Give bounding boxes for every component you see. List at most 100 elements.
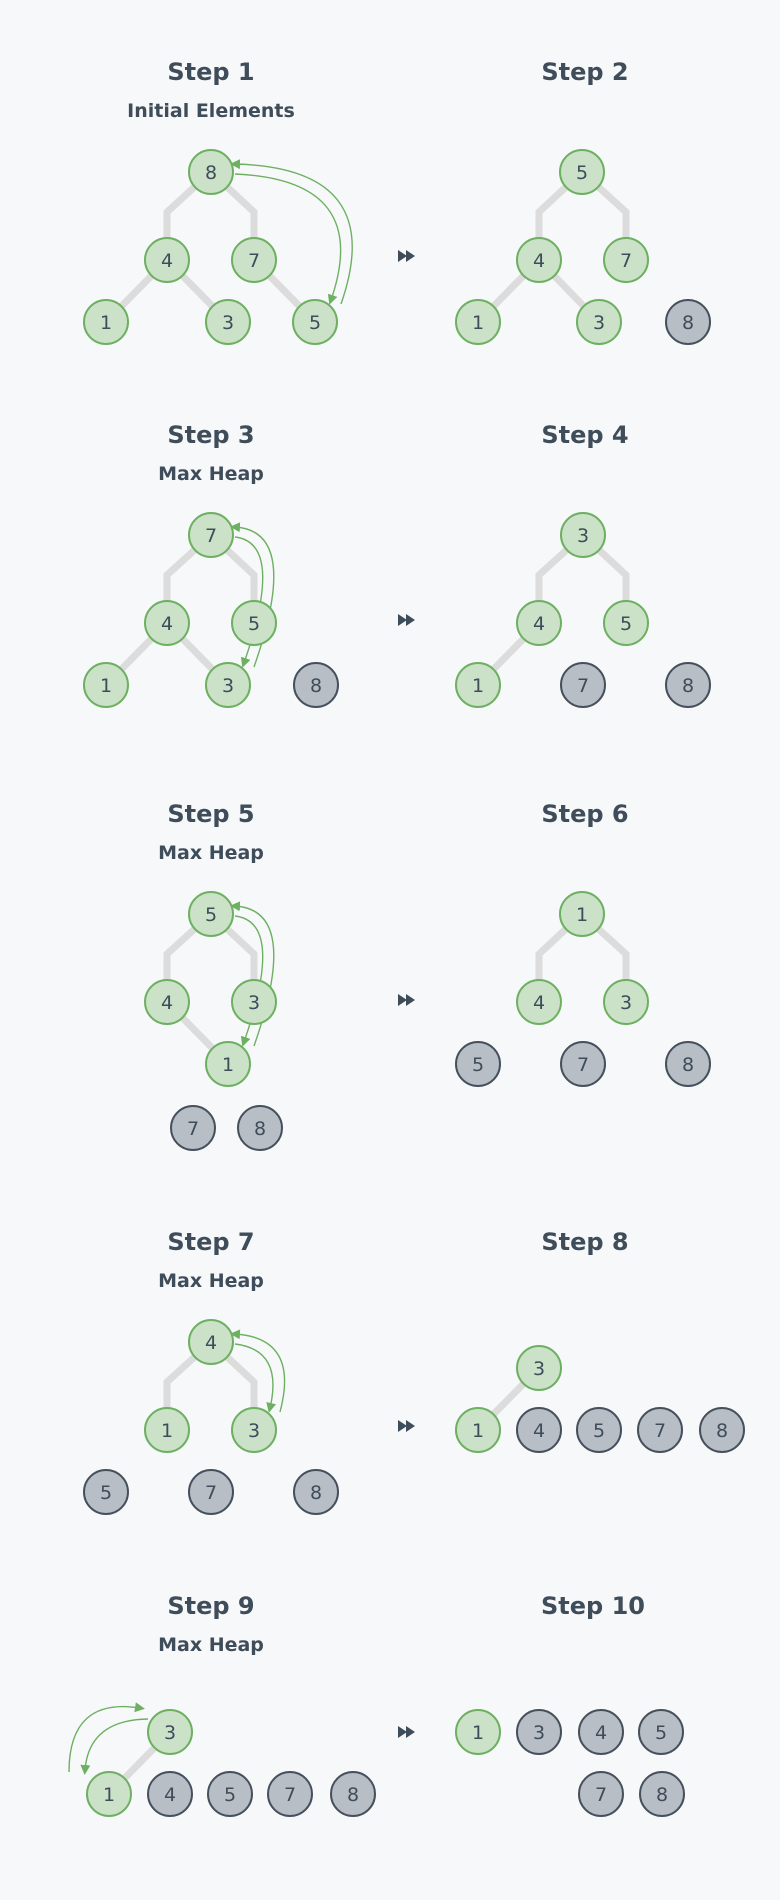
node-value: 4: [533, 1420, 545, 1442]
heap-node: 5: [292, 299, 338, 345]
heap-node: 3: [231, 979, 277, 1025]
node-value: 4: [595, 1722, 607, 1744]
heap-node: 5: [603, 600, 649, 646]
sorted-node: 7: [578, 1771, 624, 1817]
node-value: 5: [100, 1482, 112, 1504]
heap-node: 1: [144, 1407, 190, 1453]
node-value: 1: [100, 675, 112, 697]
heap-node: 4: [144, 237, 190, 283]
step-5: Step 5 Max Heap: [158, 800, 264, 864]
node-value: 3: [577, 525, 589, 547]
node-value: 7: [577, 675, 589, 697]
node-value: 4: [205, 1332, 217, 1354]
node-value: 8: [656, 1784, 668, 1806]
node-value: 8: [682, 675, 694, 697]
node-value: 8: [254, 1118, 266, 1140]
node-value: 8: [347, 1784, 359, 1806]
sorted-node: 4: [516, 1407, 562, 1453]
node-value: 5: [248, 613, 260, 635]
sorted-node: 8: [237, 1105, 283, 1151]
heap-node: 3: [147, 1709, 193, 1755]
sorted-node: 7: [637, 1407, 683, 1453]
node-value: 1: [472, 312, 484, 334]
step-10: Step 10: [541, 1592, 645, 1620]
step-title: Step 6: [541, 800, 628, 828]
heap-node: 7: [188, 512, 234, 558]
heap-node: 7: [231, 237, 277, 283]
node-value: 8: [310, 675, 322, 697]
step-title: Step 10: [541, 1592, 645, 1620]
node-value: 5: [576, 162, 588, 184]
heap-node: 5: [559, 149, 605, 195]
sorted-node: 8: [639, 1771, 685, 1817]
sorted-node: 8: [330, 1771, 376, 1817]
node-value: 3: [533, 1722, 545, 1744]
node-value: 8: [716, 1420, 728, 1442]
node-value: 4: [533, 992, 545, 1014]
sorted-node: 8: [293, 662, 339, 708]
node-value: 5: [309, 312, 321, 334]
sorted-node: 7: [560, 662, 606, 708]
node-value: 5: [593, 1420, 605, 1442]
sorted-node: 5: [83, 1469, 129, 1515]
node-value: 4: [161, 250, 173, 272]
sorted-node: 8: [293, 1469, 339, 1515]
node-value: 7: [248, 250, 260, 272]
sorted-node: 7: [170, 1105, 216, 1151]
node-value: 1: [100, 312, 112, 334]
heap-node: 4: [516, 979, 562, 1025]
heap-node: 4: [144, 979, 190, 1025]
heap-sort-diagram: 84 71 3 554 71 3 874 51 3 834 51 7 854 317 814 35 7 841 35…: [68, 58, 745, 1817]
sorted-node: 7: [267, 1771, 313, 1817]
node-value: 1: [222, 1054, 234, 1076]
node-value: 5: [620, 613, 632, 635]
heap-node: 3: [231, 1407, 277, 1453]
heap-node: 1: [455, 1709, 501, 1755]
node-value: 5: [224, 1784, 236, 1806]
node-value: 8: [682, 1054, 694, 1076]
step-subtitle: Max Heap: [158, 463, 264, 485]
heap-node: 4: [516, 600, 562, 646]
node-value: 1: [472, 1420, 484, 1442]
step-title: Step 9: [167, 1592, 254, 1620]
node-value: 7: [205, 1482, 217, 1504]
node-value: 4: [161, 992, 173, 1014]
node-value: 3: [164, 1722, 176, 1744]
node-value: 7: [187, 1118, 199, 1140]
node-value: 4: [161, 613, 173, 635]
heap-node: 4: [144, 600, 190, 646]
step-4: Step 4: [541, 421, 628, 449]
fast-forward-icon: [398, 614, 415, 626]
node-value: 3: [620, 992, 632, 1014]
node-value: 8: [205, 162, 217, 184]
node-value: 4: [533, 613, 545, 635]
node-value: 3: [533, 1358, 545, 1380]
sorted-node: 8: [665, 662, 711, 708]
node-value: 7: [654, 1420, 666, 1442]
node-value: 8: [682, 312, 694, 334]
fast-forward-icon: [398, 1420, 415, 1432]
sorted-node: 8: [665, 1041, 711, 1087]
step-2: Step 2: [541, 58, 628, 86]
step-subtitle: Initial Elements: [127, 100, 295, 122]
node-value: 4: [533, 250, 545, 272]
step-subtitle: Max Heap: [158, 1270, 264, 1292]
heap-node: 8: [188, 149, 234, 195]
sorted-node: 8: [665, 299, 711, 345]
heap-node: 4: [516, 237, 562, 283]
node-value: 1: [472, 1722, 484, 1744]
node-value: 3: [593, 312, 605, 334]
heap-node: 5: [231, 600, 277, 646]
fast-forward-icon: [398, 994, 415, 1006]
fast-forward-icon: [398, 250, 415, 262]
step-8: Step 8: [541, 1228, 628, 1256]
node-value: 3: [248, 1420, 260, 1442]
heap-node: 5: [188, 891, 234, 937]
sorted-node: 7: [560, 1041, 606, 1087]
step-7: Step 7 Max Heap: [158, 1228, 264, 1292]
sorted-node: 7: [188, 1469, 234, 1515]
node-value: 4: [164, 1784, 176, 1806]
step-title: Step 1: [167, 58, 254, 86]
node-value: 3: [248, 992, 260, 1014]
step-title: Step 5: [167, 800, 254, 828]
